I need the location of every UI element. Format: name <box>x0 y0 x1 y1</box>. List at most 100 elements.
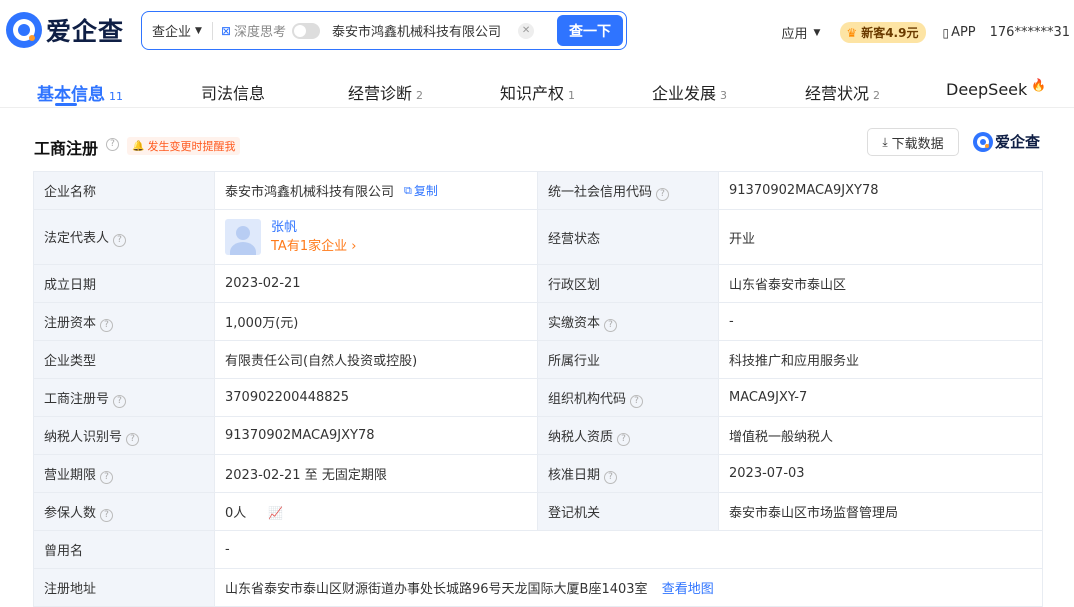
download-icon: ⤓ <box>882 134 888 149</box>
insured-count-value: 0人 <box>225 506 247 521</box>
download-label: 下载数据 <box>891 136 944 152</box>
vip-promo-badge[interactable]: ♛ 新客4.9元 <box>840 22 927 43</box>
field-label: 曾用名 <box>33 530 215 569</box>
crown-icon: ♛ <box>846 25 858 40</box>
field-label: 企业名称 <box>33 171 215 210</box>
field-value: 泰安市泰山区市场监督管理局 <box>718 492 1043 531</box>
section-title: 工商注册 <box>34 139 99 158</box>
table-row: 企业类型 有限责任公司(自然人投资或控股) 所属行业 科技推广和应用服务业 <box>33 340 1043 379</box>
change-notify-button[interactable]: 🔔 发生变更时提醒我 <box>127 137 241 155</box>
copy-button[interactable]: ⧉ 复制 <box>404 182 438 199</box>
help-icon[interactable]: ? <box>656 187 670 201</box>
field-value: 2023-02-21 <box>214 264 538 303</box>
field-label-text: 核准日期 <box>548 467 601 483</box>
table-row: 法定代表人? 张帆 TA有1家企业 › 经营状态 开业 <box>33 209 1043 265</box>
table-row: 注册地址 山东省泰安市泰山区财源街道办事处长城路96号天龙国际大厦B座1403室… <box>33 568 1043 607</box>
vip-label: 新客4.9元 <box>861 26 919 40</box>
header-right: 应用 ▼ ♛ 新客4.9元 ▯ APP 176******31 <box>781 22 1070 43</box>
help-icon[interactable]: ? <box>100 318 114 332</box>
table-row: 注册资本? 1,000万(元) 实缴资本? - <box>33 302 1043 341</box>
field-label-text: 统一社会信用代码 <box>548 184 653 200</box>
person-companies-link[interactable]: TA有1家企业 › <box>271 237 356 256</box>
field-value: 370902200448825 <box>214 378 538 417</box>
tab-basic-info[interactable]: 基本信息 11 <box>37 80 123 105</box>
help-icon[interactable]: ? <box>100 508 114 522</box>
help-icon[interactable]: ? <box>113 234 127 247</box>
site-logo[interactable]: 爱企查 <box>6 12 124 48</box>
caret-down-icon: ▼ <box>195 25 202 36</box>
help-icon[interactable]: ? <box>100 470 114 484</box>
logo-mark-icon <box>6 12 42 48</box>
field-label-text: 实缴资本 <box>548 315 601 331</box>
tab-business-diagnosis[interactable]: 经营诊断 2 <box>348 80 423 104</box>
toggle-switch[interactable] <box>292 22 321 39</box>
field-label: 法定代表人? <box>33 209 215 265</box>
field-label-text: 法定代表人 <box>44 231 110 246</box>
tab-intellectual-property[interactable]: 知识产权 1 <box>500 80 575 104</box>
field-value: 91370902MACA9JXY78 <box>214 416 538 455</box>
user-account[interactable]: 176******31 <box>990 25 1070 40</box>
trend-chart-icon[interactable]: 📈 <box>268 506 283 520</box>
tab-label: 经营状况 <box>805 84 870 103</box>
legal-representative[interactable]: 张帆 TA有1家企业 › <box>225 218 527 256</box>
help-icon[interactable]: ? <box>604 318 618 332</box>
tab-deepseek[interactable]: DeepSeek 🔥 <box>946 78 1047 99</box>
tab-count: 1 <box>568 89 576 102</box>
table-row: 企业名称 泰安市鸿鑫机械科技有限公司 ⧉ 复制 统一社会信用代码? 913709… <box>33 171 1043 210</box>
field-label: 营业期限? <box>33 454 215 493</box>
field-value: 有限责任公司(自然人投资或控股) <box>214 340 538 379</box>
search-bar: 查企业 ▼ ⊠ 深度思考 ✕ 查一下 <box>141 11 627 50</box>
tab-label: 知识产权 <box>500 84 565 103</box>
field-label: 实缴资本? <box>537 302 719 341</box>
help-icon[interactable]: ? <box>630 394 644 408</box>
help-icon[interactable]: ? <box>126 432 140 446</box>
field-value: 山东省泰安市泰山区 <box>718 264 1043 303</box>
tab-label: 企业发展 <box>652 84 717 103</box>
field-label: 经营状态 <box>537 209 719 265</box>
caret-down-icon: ▼ <box>813 27 821 38</box>
app-download-link[interactable]: ▯ APP <box>942 25 975 40</box>
field-value: 2023-02-21 至 无固定期限 <box>214 454 538 493</box>
field-label-text: 纳税人识别号 <box>44 429 123 445</box>
apps-label: 应用 <box>781 27 808 42</box>
field-label-text: 工商注册号 <box>44 391 110 407</box>
search-type-dropdown[interactable]: 查企业 ▼ <box>142 21 202 40</box>
deep-think-toggle[interactable]: ⊠ 深度思考 <box>221 21 321 40</box>
field-label: 行政区划 <box>537 264 719 303</box>
help-icon[interactable]: ? <box>106 138 119 151</box>
tab-count: 2 <box>416 89 424 102</box>
field-value: 山东省泰安市泰山区财源街道办事处长城路96号天龙国际大厦B座1403室 查看地图 <box>214 568 1043 607</box>
tab-count: 11 <box>109 90 123 103</box>
clear-icon[interactable]: ✕ <box>518 22 535 39</box>
person-name-link[interactable]: 张帆 <box>271 218 356 237</box>
tab-label: 基本信息 <box>37 85 105 105</box>
deep-think-label: 深度思考 <box>234 25 287 40</box>
help-icon[interactable]: ? <box>113 394 127 408</box>
bell-icon: 🔔 <box>132 140 145 152</box>
field-label: 统一社会信用代码? <box>537 171 719 210</box>
field-value: 1,000万(元) <box>214 302 538 341</box>
field-value: 增值税一般纳税人 <box>718 416 1043 455</box>
apps-menu[interactable]: 应用 ▼ <box>781 23 820 42</box>
notify-label: 发生变更时提醒我 <box>147 140 236 153</box>
help-icon[interactable]: ? <box>617 432 631 446</box>
download-data-button[interactable]: ⤓ 下载数据 <box>867 128 959 156</box>
tab-count: 3 <box>720 89 728 102</box>
tab-operating-status[interactable]: 经营状况 2 <box>805 80 880 104</box>
field-label: 纳税人识别号? <box>33 416 215 455</box>
table-row: 工商注册号? 370902200448825 组织机构代码? MACA9JXY-… <box>33 378 1043 417</box>
field-label: 成立日期 <box>33 264 215 303</box>
field-label: 注册地址 <box>33 568 215 607</box>
search-input[interactable] <box>332 23 513 38</box>
tab-judicial-info[interactable]: 司法信息 <box>201 80 265 104</box>
view-map-link[interactable]: 查看地图 <box>662 582 714 597</box>
help-icon[interactable]: ? <box>604 470 618 484</box>
field-label: 纳税人资质? <box>537 416 719 455</box>
search-button[interactable]: 查一下 <box>557 15 623 46</box>
table-row: 纳税人识别号? 91370902MACA9JXY78 纳税人资质? 增值税一般纳… <box>33 416 1043 455</box>
field-value: 开业 <box>718 209 1043 265</box>
tab-enterprise-development[interactable]: 企业发展 3 <box>652 80 727 104</box>
avatar <box>225 219 261 255</box>
fire-icon: 🔥 <box>1031 78 1047 92</box>
tab-label: 经营诊断 <box>348 84 413 103</box>
